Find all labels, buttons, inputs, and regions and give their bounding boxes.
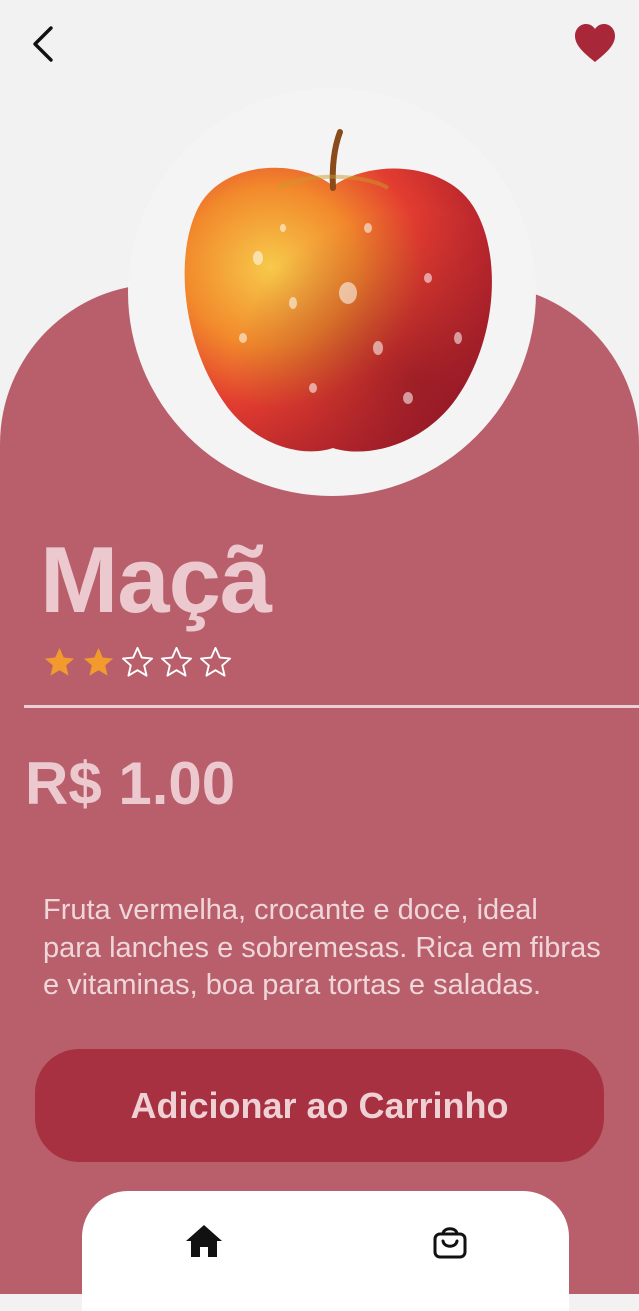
bottom-nav [82,1191,569,1311]
nav-cart-button[interactable] [430,1221,470,1261]
rating-stars [42,645,233,680]
home-icon [186,1225,222,1257]
heart-icon [575,24,615,62]
nav-home-button[interactable] [184,1221,224,1261]
apple-image [184,129,492,452]
divider [24,705,639,708]
product-name: Maçã [40,527,272,632]
chevron-left-icon [33,26,53,62]
add-to-cart-button[interactable]: Adicionar ao Carrinho [35,1049,604,1162]
star-filled-icon [83,647,114,676]
star-empty-icon [160,646,193,677]
product-description: Fruta vermelha, crocante e doce, ideal p… [43,894,601,1001]
star-empty-icon [199,646,232,677]
product-image [128,88,536,496]
shopping-bag-icon [433,1227,467,1259]
star-empty-icon [121,646,154,677]
favorite-button[interactable] [572,22,618,64]
product-price: R$ 1.00 [25,750,236,817]
back-button[interactable] [26,22,66,66]
star-filled-icon [44,647,75,676]
